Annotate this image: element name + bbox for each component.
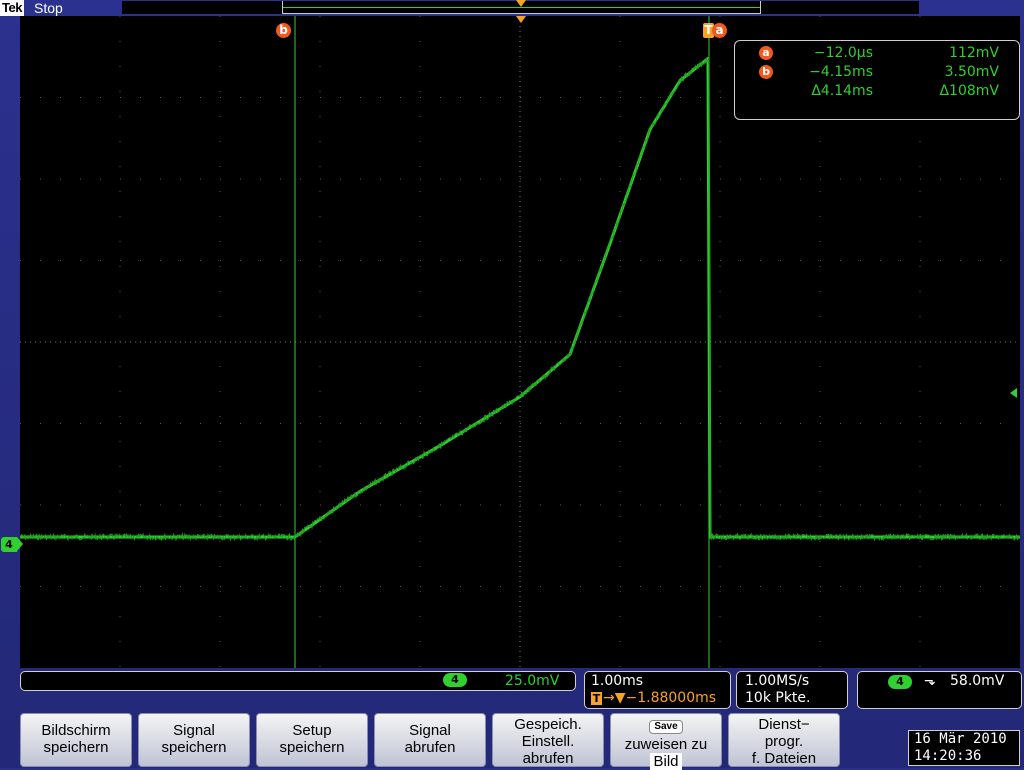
readout-b-time: −4.15ms <box>809 64 873 80</box>
date: 16 Mär 2010 <box>914 731 1007 747</box>
softkey-label: Signal <box>173 722 215 739</box>
cursor-b-badge[interactable]: b <box>276 23 291 38</box>
readout-a-value: 112mV <box>949 45 999 61</box>
trigger-position: →▼−1.88000ms <box>603 690 717 706</box>
time: 14:20:36 <box>914 748 982 764</box>
signal-abrufen-button[interactable]: Signal abrufen <box>374 713 486 767</box>
readout-row-b: b −4.15ms 3.50mV <box>735 62 1019 82</box>
setup-speichern-button[interactable]: Setup speichern <box>256 713 368 767</box>
trigger-channel-badge: 4 <box>888 675 912 689</box>
trigger-level: 58.0mV <box>950 673 1005 689</box>
softkey-label: speichern <box>43 739 109 756</box>
trigger-t-icon: T <box>591 692 602 705</box>
channel-4-trace <box>20 57 1020 539</box>
channel-bar[interactable]: 4 25.0mV <box>20 671 576 691</box>
record-window-line <box>283 7 760 8</box>
softkey-label: zuweisen zu <box>624 736 708 753</box>
readout-a-time: −12.0µs <box>813 45 873 61</box>
softkey-label: progr. <box>764 733 804 750</box>
readout-row-a: a −12.0µs 112mV <box>735 43 1019 63</box>
softkey-label: Bildschirm <box>41 722 111 739</box>
bildschirm-speichern-button[interactable]: Bildschirm speichern <box>20 713 132 767</box>
channel-4-trace-noise <box>20 56 1020 542</box>
timebase: 1.00ms <box>591 673 644 689</box>
trigger-panel[interactable]: 4 ⬎ 58.0mV <box>857 671 1022 709</box>
gespeich-einstell-abrufen-button[interactable]: Gespeich. Einstell. abrufen <box>492 713 604 767</box>
channel-4-ground-marker[interactable]: 4 <box>1 537 23 552</box>
softkey-label: Signal <box>409 722 451 739</box>
softkey-label: Einstell. <box>521 733 575 750</box>
sample-rate: 1.00MS/s <box>745 673 810 689</box>
readout-b-value: 3.50mV <box>944 64 999 80</box>
channel-4-badge: 4 <box>443 673 467 687</box>
readout-row-delta: Δ4.14ms Δ108mV <box>735 81 1019 101</box>
acquisition-panel[interactable]: 1.00MS/s 10k Pkte. <box>736 671 848 709</box>
date-time-display: 16 Mär 2010 14:20:36 <box>908 730 1020 766</box>
softkey-label: Dienst− <box>758 716 810 733</box>
softkey-label: speichern <box>279 739 345 756</box>
save-zuweisen-button[interactable]: Save zuweisen zu Bild <box>610 713 722 770</box>
falling-edge-icon: ⬎ <box>924 673 936 689</box>
trigger-position-icon <box>516 0 526 7</box>
horizontal-panel[interactable]: 1.00ms →▼−1.88000ms T <box>584 671 731 709</box>
trigger-point-icon <box>516 16 526 23</box>
brand-logo: Tek <box>0 0 24 16</box>
channel-4-scale: 25.0mV <box>505 673 560 689</box>
record-length: 10k Pkte. <box>745 690 811 706</box>
cursor-readout: a −12.0µs 112mV b −4.15ms 3.50mV Δ4.14ms… <box>734 40 1020 120</box>
oscilloscope-screen: Tek Stop b T a a −12.0µs 112mV b −4.15ms… <box>0 0 1024 770</box>
trigger-level-icon <box>1010 388 1017 398</box>
softkey-selected-value: Bild <box>650 753 682 770</box>
readout-delta-time: Δ4.14ms <box>811 83 873 99</box>
readout-delta-value: Δ108mV <box>939 83 999 99</box>
softkey-label: abrufen <box>404 739 456 756</box>
save-badge: Save <box>649 720 683 734</box>
dienstprogramme-dateien-button[interactable]: Dienst− progr. f. Dateien <box>728 713 840 767</box>
softkey-label: speichern <box>161 739 227 756</box>
acquisition-status: Stop <box>34 0 63 16</box>
signal-speichern-button[interactable]: Signal speichern <box>138 713 250 767</box>
top-bar: Tek Stop <box>0 0 1024 16</box>
cursor-a-badge[interactable]: a <box>712 23 727 38</box>
softkey-label: abrufen <box>522 750 574 767</box>
softkey-label: f. Dateien <box>751 750 817 767</box>
softkey-label: Setup <box>292 722 332 739</box>
cursor-lines <box>294 16 710 668</box>
softkey-label: Gespeich. <box>514 716 582 733</box>
